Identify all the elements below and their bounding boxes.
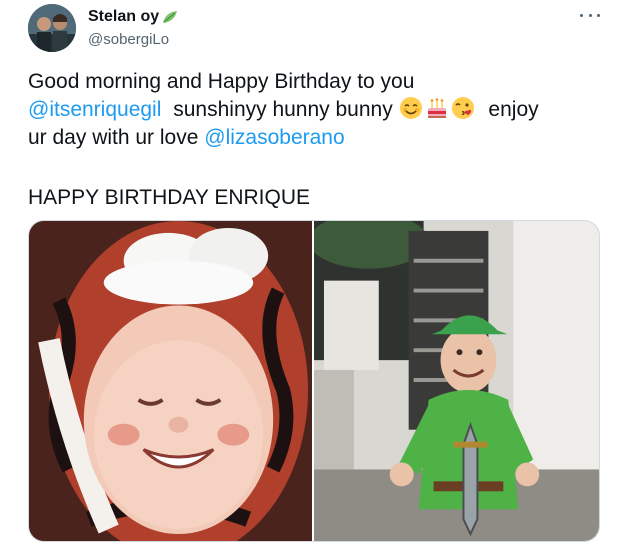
mention-link-liza[interactable]: @lizasoberano <box>204 126 344 149</box>
tweet-card: Stelan oy @sobergiLo Good morning and Ha… <box>0 0 640 555</box>
smiling-face-icon <box>399 96 423 120</box>
tweet-line-2: @itsenriquegil sunshinyy hunny bunny enj… <box>28 96 623 124</box>
more-options-button[interactable] <box>580 8 600 22</box>
child-peter-pan-costume-photo[interactable] <box>314 221 599 541</box>
media-grid <box>28 220 600 542</box>
tweet-line-1: Good morning and Happy Birthday to you <box>28 70 415 93</box>
mention-link-enrique[interactable]: @itsenriquegil <box>28 98 161 121</box>
tweet-line-3: ur day with ur love @lizasoberano <box>28 124 623 152</box>
avatar-photo-icon <box>28 4 76 52</box>
more-dot <box>580 13 583 17</box>
tweet-body: Good morning and Happy Birthday to you @… <box>28 68 623 152</box>
author-name-text: Stelan oy <box>88 8 160 25</box>
leaf-emoji-icon <box>163 11 178 23</box>
more-dot <box>588 13 592 17</box>
tweet-line-2-tail: enjoy <box>488 98 539 121</box>
author-avatar[interactable] <box>28 4 76 52</box>
face-blowing-kiss-icon <box>451 96 475 120</box>
tweet-headline: HAPPY BIRTHDAY ENRIQUE <box>28 186 311 209</box>
child-tiger-costume-photo[interactable] <box>29 221 312 541</box>
tweet-line-2-text: sunshinyy hunny bunny <box>173 98 393 121</box>
tweet-line-3-text: ur day with ur love <box>28 126 199 149</box>
birthday-cake-icon <box>425 96 449 120</box>
more-dot <box>597 13 600 17</box>
author-name[interactable]: Stelan oy <box>88 8 178 26</box>
author-handle[interactable]: @sobergiLo <box>88 31 169 48</box>
